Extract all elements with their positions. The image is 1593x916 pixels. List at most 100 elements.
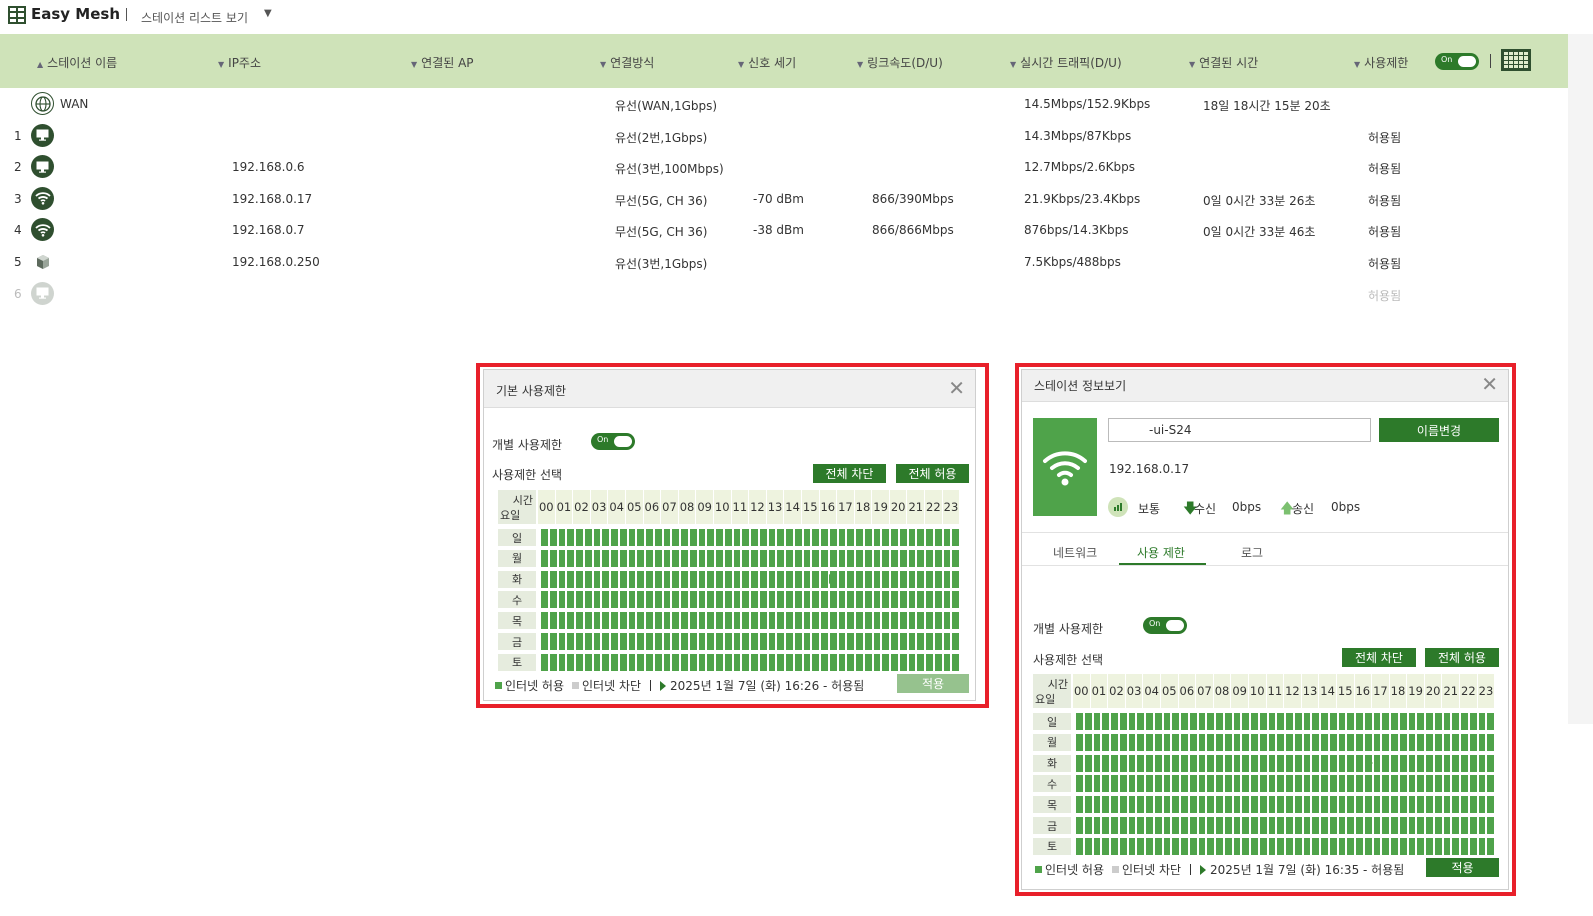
time-slot[interactable] [1487,796,1494,814]
time-slot[interactable] [1181,817,1188,834]
time-slot[interactable] [1294,796,1302,814]
time-slot[interactable] [934,653,942,671]
time-slot[interactable] [1417,817,1424,834]
time-slot[interactable] [1102,796,1109,814]
time-slot[interactable] [1452,733,1459,751]
time-slot[interactable] [567,549,574,567]
hour-label[interactable]: 01 [1090,674,1108,708]
time-slot[interactable] [1443,796,1451,814]
time-slot[interactable] [1189,733,1197,751]
time-slot[interactable] [1452,713,1459,730]
time-slot[interactable] [1382,796,1389,814]
allow-all-button[interactable]: 전체 허용 [896,464,969,483]
time-slot[interactable] [777,529,784,546]
time-slot[interactable] [1084,817,1092,834]
time-slot[interactable] [1364,837,1372,855]
time-slot[interactable] [646,529,653,546]
time-slot[interactable] [1277,837,1284,855]
time-slot[interactable] [1224,775,1232,793]
time-slot[interactable] [882,633,889,650]
time-slot[interactable] [838,612,846,630]
time-slot[interactable] [707,570,714,588]
time-slot[interactable] [1172,817,1179,834]
time-slot[interactable] [1347,775,1354,793]
time-slot[interactable] [1443,733,1451,751]
time-slot[interactable] [1303,775,1311,793]
time-slot[interactable] [1163,754,1171,772]
time-slot[interactable] [611,570,618,588]
time-slot[interactable] [926,570,933,588]
time-slot[interactable] [1233,817,1241,834]
time-slot[interactable] [672,591,679,609]
time-slot[interactable] [1373,796,1381,814]
time-slot[interactable] [1443,713,1451,730]
day-label[interactable]: 일 [498,529,536,546]
time-slot[interactable] [1268,796,1276,814]
time-slot[interactable] [864,549,872,567]
time-slot[interactable] [821,612,828,630]
time-slot[interactable] [1146,713,1153,730]
time-slot[interactable] [558,570,566,588]
time-slot[interactable] [1076,796,1083,814]
time-slot[interactable] [847,633,854,650]
time-slot[interactable] [1382,837,1389,855]
time-slot[interactable] [593,591,601,609]
close-icon[interactable]: ✕ [1481,374,1498,394]
table-row[interactable]: WAN 유선(WAN,1Gbps) 14.5Mbps/152.9Kbps 18일 18… [0,89,1568,119]
time-slot[interactable] [926,549,933,567]
apply-button[interactable]: 적용 [897,674,969,693]
time-slot[interactable] [576,612,583,630]
time-slot[interactable] [619,591,627,609]
time-slot[interactable] [952,591,959,609]
time-slot[interactable] [1093,754,1101,772]
time-slot[interactable] [1207,775,1214,793]
time-slot[interactable] [1093,837,1101,855]
time-slot[interactable] [812,633,819,650]
time-slot[interactable] [1321,796,1328,814]
time-slot[interactable] [628,529,636,546]
time-slot[interactable] [646,570,653,588]
time-slot[interactable] [1426,775,1433,793]
hour-label[interactable]: 08 [678,490,696,524]
time-slot[interactable] [628,591,636,609]
time-slot[interactable] [1434,837,1442,855]
time-slot[interactable] [1434,796,1442,814]
time-slot[interactable] [1286,713,1293,730]
time-slot[interactable] [619,549,627,567]
time-slot[interactable] [1478,733,1486,751]
time-slot[interactable] [1338,754,1346,772]
time-slot[interactable] [1382,713,1389,730]
time-slot[interactable] [1128,713,1136,730]
time-slot[interactable] [733,529,741,546]
time-slot[interactable] [742,653,749,671]
time-slot[interactable] [724,591,732,609]
column-header-ap[interactable]: ▼ 연결된 AP [411,54,474,71]
time-slot[interactable] [1356,733,1363,751]
time-slot[interactable] [733,549,741,567]
time-slot[interactable] [952,653,959,671]
time-slot[interactable] [1259,837,1267,855]
time-slot[interactable] [1154,796,1162,814]
time-slot[interactable] [1189,837,1197,855]
time-slot[interactable] [1373,837,1381,855]
time-slot[interactable] [672,529,679,546]
time-slot[interactable] [672,612,679,630]
cell-limit[interactable]: 허용됨 [1368,287,1401,304]
time-slot[interactable] [558,653,566,671]
time-slot[interactable] [1277,817,1284,834]
time-slot[interactable] [1294,733,1302,751]
time-slot[interactable] [628,612,636,630]
time-slot[interactable] [1434,754,1442,772]
time-slot[interactable] [1321,754,1328,772]
time-slot[interactable] [1181,837,1188,855]
time-slot[interactable] [1224,733,1232,751]
time-slot[interactable] [611,653,618,671]
time-slot[interactable] [1111,713,1118,730]
time-slot[interactable] [1426,796,1433,814]
time-slot[interactable] [1216,817,1223,834]
time-slot[interactable] [1128,775,1136,793]
time-slot[interactable] [864,612,872,630]
hour-label[interactable]: 17 [1372,674,1389,708]
time-slot[interactable] [1434,817,1442,834]
hour-label[interactable]: 09 [1231,674,1248,708]
